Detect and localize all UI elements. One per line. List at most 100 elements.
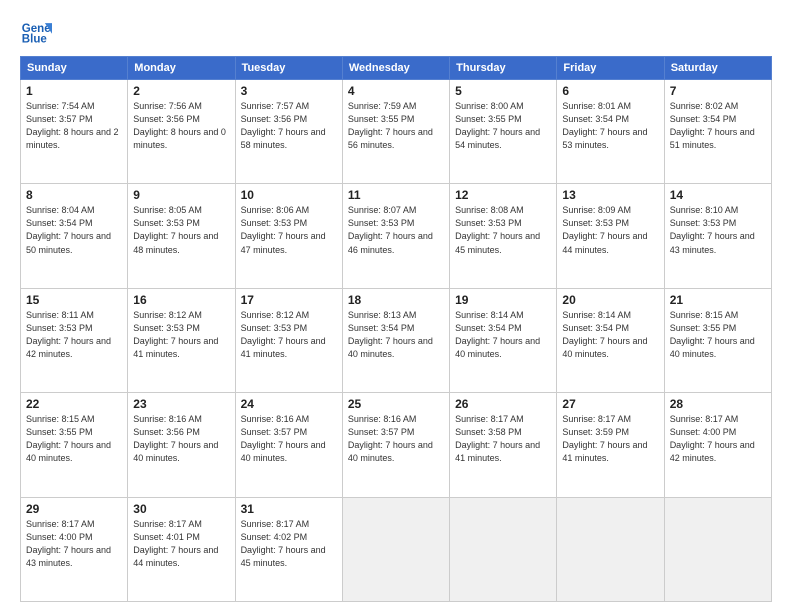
day-number: 28 <box>670 397 766 411</box>
sunrise-label: Sunrise: 8:04 AM <box>26 205 95 215</box>
day-number: 12 <box>455 188 551 202</box>
sunrise-label: Sunrise: 8:15 AM <box>26 414 95 424</box>
day-number: 3 <box>241 84 337 98</box>
daylight-label: Daylight: 7 hours and 43 minutes. <box>26 545 111 568</box>
calendar-week-4: 22 Sunrise: 8:15 AM Sunset: 3:55 PM Dayl… <box>21 393 772 497</box>
sunset-label: Sunset: 3:54 PM <box>670 114 737 124</box>
sunrise-label: Sunrise: 8:02 AM <box>670 101 739 111</box>
daylight-label: Daylight: 7 hours and 40 minutes. <box>455 336 540 359</box>
sunset-label: Sunset: 3:56 PM <box>133 114 200 124</box>
day-info: Sunrise: 8:08 AM Sunset: 3:53 PM Dayligh… <box>455 204 551 256</box>
day-number: 14 <box>670 188 766 202</box>
calendar-cell-day-16: 16 Sunrise: 8:12 AM Sunset: 3:53 PM Dayl… <box>128 288 235 392</box>
day-number: 30 <box>133 502 229 516</box>
sunrise-label: Sunrise: 8:11 AM <box>26 310 94 320</box>
daylight-label: Daylight: 7 hours and 45 minutes. <box>455 231 540 254</box>
sunset-label: Sunset: 4:02 PM <box>241 532 308 542</box>
sunset-label: Sunset: 4:01 PM <box>133 532 200 542</box>
calendar-cell-day-18: 18 Sunrise: 8:13 AM Sunset: 3:54 PM Dayl… <box>342 288 449 392</box>
sunrise-label: Sunrise: 8:01 AM <box>562 101 631 111</box>
calendar-cell-day-15: 15 Sunrise: 8:11 AM Sunset: 3:53 PM Dayl… <box>21 288 128 392</box>
daylight-label: Daylight: 7 hours and 42 minutes. <box>670 440 755 463</box>
sunrise-label: Sunrise: 8:17 AM <box>26 519 95 529</box>
sunrise-label: Sunrise: 8:17 AM <box>241 519 310 529</box>
calendar-table: SundayMondayTuesdayWednesdayThursdayFrid… <box>20 56 772 602</box>
calendar-header-thursday: Thursday <box>450 57 557 80</box>
daylight-label: Daylight: 7 hours and 40 minutes. <box>133 440 218 463</box>
daylight-label: Daylight: 7 hours and 40 minutes. <box>670 336 755 359</box>
day-info: Sunrise: 8:17 AM Sunset: 4:00 PM Dayligh… <box>26 518 122 570</box>
sunset-label: Sunset: 3:56 PM <box>133 427 200 437</box>
calendar-header-wednesday: Wednesday <box>342 57 449 80</box>
daylight-label: Daylight: 7 hours and 53 minutes. <box>562 127 647 150</box>
day-number: 2 <box>133 84 229 98</box>
day-info: Sunrise: 8:17 AM Sunset: 4:02 PM Dayligh… <box>241 518 337 570</box>
sunrise-label: Sunrise: 8:14 AM <box>455 310 524 320</box>
sunset-label: Sunset: 3:53 PM <box>670 218 737 228</box>
calendar-cell-empty <box>557 497 664 601</box>
calendar-cell-day-3: 3 Sunrise: 7:57 AM Sunset: 3:56 PM Dayli… <box>235 80 342 184</box>
day-info: Sunrise: 8:15 AM Sunset: 3:55 PM Dayligh… <box>670 309 766 361</box>
daylight-label: Daylight: 7 hours and 40 minutes. <box>26 440 111 463</box>
day-number: 13 <box>562 188 658 202</box>
sunset-label: Sunset: 4:00 PM <box>670 427 737 437</box>
daylight-label: Daylight: 7 hours and 42 minutes. <box>26 336 111 359</box>
sunrise-label: Sunrise: 7:59 AM <box>348 101 417 111</box>
sunset-label: Sunset: 3:57 PM <box>26 114 93 124</box>
sunset-label: Sunset: 3:53 PM <box>241 323 308 333</box>
day-number: 8 <box>26 188 122 202</box>
calendar-cell-day-24: 24 Sunrise: 8:16 AM Sunset: 3:57 PM Dayl… <box>235 393 342 497</box>
calendar-cell-day-7: 7 Sunrise: 8:02 AM Sunset: 3:54 PM Dayli… <box>664 80 771 184</box>
sunrise-label: Sunrise: 7:57 AM <box>241 101 310 111</box>
calendar-cell-day-6: 6 Sunrise: 8:01 AM Sunset: 3:54 PM Dayli… <box>557 80 664 184</box>
calendar-cell-empty <box>342 497 449 601</box>
sunset-label: Sunset: 3:57 PM <box>241 427 308 437</box>
calendar-cell-day-10: 10 Sunrise: 8:06 AM Sunset: 3:53 PM Dayl… <box>235 184 342 288</box>
day-info: Sunrise: 7:56 AM Sunset: 3:56 PM Dayligh… <box>133 100 229 152</box>
day-info: Sunrise: 8:06 AM Sunset: 3:53 PM Dayligh… <box>241 204 337 256</box>
day-number: 24 <box>241 397 337 411</box>
daylight-label: Daylight: 8 hours and 0 minutes. <box>133 127 226 150</box>
sunset-label: Sunset: 3:54 PM <box>562 114 629 124</box>
sunset-label: Sunset: 3:54 PM <box>26 218 93 228</box>
sunrise-label: Sunrise: 8:12 AM <box>133 310 202 320</box>
calendar-header-sunday: Sunday <box>21 57 128 80</box>
sunset-label: Sunset: 3:56 PM <box>241 114 308 124</box>
daylight-label: Daylight: 7 hours and 40 minutes. <box>348 440 433 463</box>
day-number: 16 <box>133 293 229 307</box>
day-info: Sunrise: 7:54 AM Sunset: 3:57 PM Dayligh… <box>26 100 122 152</box>
calendar-cell-day-4: 4 Sunrise: 7:59 AM Sunset: 3:55 PM Dayli… <box>342 80 449 184</box>
day-number: 4 <box>348 84 444 98</box>
daylight-label: Daylight: 7 hours and 41 minutes. <box>241 336 326 359</box>
calendar-cell-day-11: 11 Sunrise: 8:07 AM Sunset: 3:53 PM Dayl… <box>342 184 449 288</box>
daylight-label: Daylight: 7 hours and 48 minutes. <box>133 231 218 254</box>
sunrise-label: Sunrise: 8:14 AM <box>562 310 631 320</box>
sunset-label: Sunset: 3:55 PM <box>670 323 737 333</box>
calendar-cell-day-23: 23 Sunrise: 8:16 AM Sunset: 3:56 PM Dayl… <box>128 393 235 497</box>
day-info: Sunrise: 8:12 AM Sunset: 3:53 PM Dayligh… <box>241 309 337 361</box>
calendar-header-friday: Friday <box>557 57 664 80</box>
daylight-label: Daylight: 7 hours and 41 minutes. <box>133 336 218 359</box>
calendar-cell-day-9: 9 Sunrise: 8:05 AM Sunset: 3:53 PM Dayli… <box>128 184 235 288</box>
calendar-cell-day-28: 28 Sunrise: 8:17 AM Sunset: 4:00 PM Dayl… <box>664 393 771 497</box>
calendar-cell-day-19: 19 Sunrise: 8:14 AM Sunset: 3:54 PM Dayl… <box>450 288 557 392</box>
daylight-label: Daylight: 8 hours and 2 minutes. <box>26 127 119 150</box>
daylight-label: Daylight: 7 hours and 47 minutes. <box>241 231 326 254</box>
logo-icon: General Blue <box>20 16 52 48</box>
daylight-label: Daylight: 7 hours and 56 minutes. <box>348 127 433 150</box>
sunrise-label: Sunrise: 8:17 AM <box>670 414 739 424</box>
daylight-label: Daylight: 7 hours and 40 minutes. <box>562 336 647 359</box>
day-info: Sunrise: 8:16 AM Sunset: 3:57 PM Dayligh… <box>348 413 444 465</box>
calendar-week-1: 1 Sunrise: 7:54 AM Sunset: 3:57 PM Dayli… <box>21 80 772 184</box>
day-info: Sunrise: 8:11 AM Sunset: 3:53 PM Dayligh… <box>26 309 122 361</box>
sunset-label: Sunset: 3:55 PM <box>348 114 415 124</box>
sunrise-label: Sunrise: 8:13 AM <box>348 310 417 320</box>
sunrise-label: Sunrise: 8:17 AM <box>133 519 202 529</box>
day-number: 11 <box>348 188 444 202</box>
day-info: Sunrise: 8:16 AM Sunset: 3:57 PM Dayligh… <box>241 413 337 465</box>
day-number: 27 <box>562 397 658 411</box>
calendar-cell-day-5: 5 Sunrise: 8:00 AM Sunset: 3:55 PM Dayli… <box>450 80 557 184</box>
daylight-label: Daylight: 7 hours and 54 minutes. <box>455 127 540 150</box>
day-info: Sunrise: 8:15 AM Sunset: 3:55 PM Dayligh… <box>26 413 122 465</box>
day-info: Sunrise: 8:10 AM Sunset: 3:53 PM Dayligh… <box>670 204 766 256</box>
